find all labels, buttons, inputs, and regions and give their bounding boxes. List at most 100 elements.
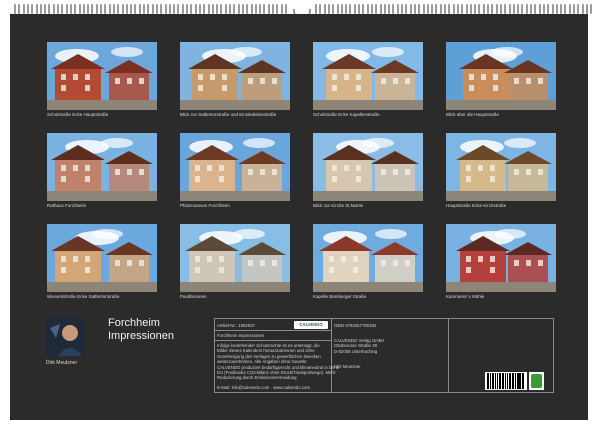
photo-caption: Schulstraße Ecke Hauptstraße [47,112,109,117]
binding-ring [388,4,391,14]
photo-tile: Rathaus Forchheim [47,133,157,211]
binding-ring [461,4,464,14]
binding-ring [547,4,550,14]
product-title: Forchheim Impressionen [217,333,265,338]
binding-ring [138,4,141,14]
binding-ring [353,4,356,14]
publisher-address: CALVENDO Verlag GmbH Ottobrunner Straße 3… [334,338,384,354]
binding-ring [203,4,206,14]
binding-ring [452,4,455,14]
binding-ring [323,4,326,14]
photo-image [47,224,157,292]
binding-ring [22,4,25,14]
photo-caption: Kammerer´s Mühle [446,294,485,299]
binding-ring [504,4,507,14]
photo-tile: Hauptstraße Ecke Kirchstraße [446,133,556,211]
binding-ring [469,4,472,14]
binding-ring [229,4,231,14]
photo-tile: Schulstraße Ecke Hauptstraße [47,42,157,120]
binding-ring [525,4,528,14]
binding-ring [284,4,287,14]
title-line-1: Forchheim [108,317,160,329]
barcode-bar [504,373,507,389]
binding-ring [241,4,244,14]
binding-ring [383,4,386,14]
binding-ring [130,4,133,14]
photo-tile: Blick über die Hauptstraße [446,42,556,120]
binding-ring [14,4,16,14]
binding-ring [409,4,412,14]
binding-ring [431,4,434,14]
binding-ring [104,4,107,14]
binding-ring [315,4,317,14]
binding-ring [560,4,563,14]
binding-ring [246,4,249,14]
binding-ring [272,4,274,14]
binding-ring [211,4,214,14]
photo-tile: Kammerer´s Mühle [446,224,556,302]
binding-ring [267,4,270,14]
binding-ring [61,4,64,14]
binding-ring [534,4,537,14]
binding-ring [491,4,494,14]
info-row-divider [214,330,331,331]
binding-ring [319,4,322,14]
binding-ring [112,4,115,14]
binding-ring [530,4,532,14]
article-number: Artikel-Nr.: 1992937 [217,323,255,328]
photo-image [313,42,423,110]
binding-ring [426,4,429,14]
binding-ring [194,4,197,14]
barcode-bar [488,373,490,389]
binding-ring [65,4,68,14]
binding-ring [190,4,193,14]
binding-ring [48,4,51,14]
binding-ring [39,4,42,14]
barcode-bar [513,373,515,389]
photo-tile: Pfalzmuseum Forchheim [180,133,290,211]
binding-ring [521,4,524,14]
binding-ring [164,4,167,14]
binding-ring [512,4,515,14]
photo-caption: Rathaus Forchheim [47,203,87,208]
binding-ring [401,4,403,14]
binding-ring [345,4,348,14]
binding-ring [508,4,511,14]
binding-ring [125,4,128,14]
binding-ring [495,4,498,14]
photo-tile: Blick zur Kirche St.Martin [313,133,423,211]
barcode-bar [496,373,498,389]
binding-ring [44,4,47,14]
binding-ring [143,4,145,14]
binding-ring [82,4,85,14]
photo-image [180,42,290,110]
binding-ring [538,4,541,14]
barcode-bar [523,373,524,389]
binding-ring [418,4,421,14]
binding-ring [358,4,360,14]
photo-image [180,224,290,292]
eco-label-icon [529,372,544,390]
binding-ring [499,4,502,14]
photo-image [313,224,423,292]
barcode-bar [501,373,503,389]
photo-tile: Paulibrunnen [180,224,290,302]
binding-ring [332,4,335,14]
binding-ring [31,4,34,14]
photo-tile: Blick zur Sattlertorstraße und Einsiedel… [180,42,290,120]
barcode-bar [519,373,521,389]
barcode-bar [493,373,495,389]
binding-ring [585,4,588,14]
binding-ring [186,4,188,14]
isbn: ISBN 9783457790182 [334,323,377,328]
binding-ring [207,4,210,14]
binding-ring [435,4,438,14]
binding-ring [134,4,137,14]
photo-caption: Schulstraße Ecke Kapellenstraße [313,112,380,117]
publisher-line: D-82008 Unterhaching [334,348,378,354]
binding-ring [396,4,399,14]
binding-ring [379,4,382,14]
binding-ring [551,4,554,14]
binding-ring [220,4,223,14]
binding-ring [74,4,77,14]
